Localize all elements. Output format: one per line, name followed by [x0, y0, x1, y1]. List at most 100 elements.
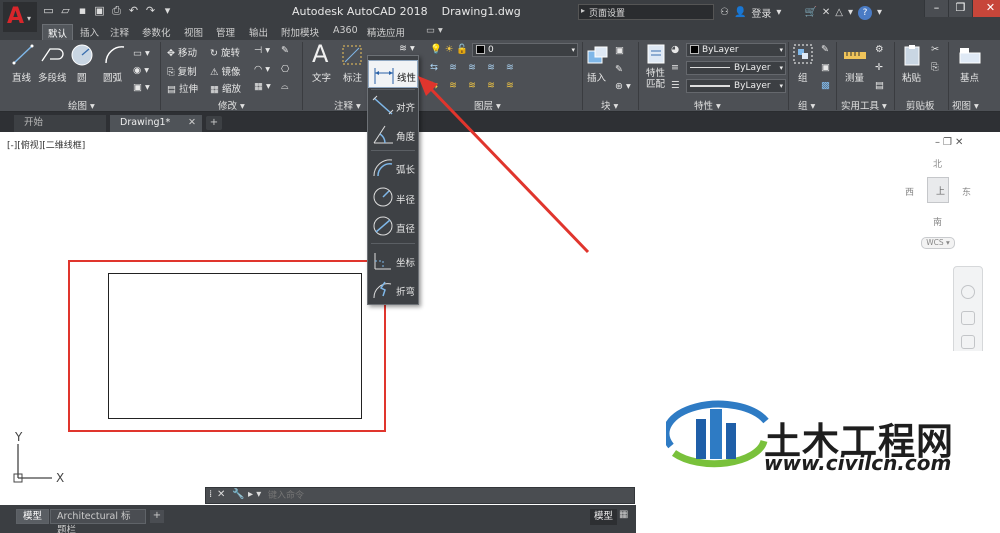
dimension-icon[interactable] [341, 44, 363, 66]
close-tab-icon[interactable]: ✕ [188, 115, 196, 131]
tab-manage[interactable]: 管理 [216, 25, 235, 39]
insert-block-icon[interactable] [586, 45, 610, 67]
new-tab-button[interactable]: + [206, 116, 222, 130]
quick-select-icon[interactable]: ⚙ [875, 44, 884, 55]
new-layout-button[interactable]: + [150, 510, 164, 523]
fillet-tool-icon[interactable]: ◠ ▾ [254, 64, 270, 75]
match-properties-label[interactable]: 特性 匹配 [646, 68, 665, 90]
viewcube-west[interactable]: 西 [905, 185, 914, 198]
save-icon[interactable]: ▪ [76, 4, 89, 17]
polyline-label[interactable]: 多段线 [38, 70, 67, 84]
layer-tools-row1[interactable]: ⇆ ≋ ≋ ≋ ≋ [430, 62, 518, 73]
help-dropdown-icon[interactable]: ▾ [877, 7, 882, 18]
tab-start[interactable]: 开始 [14, 115, 106, 132]
insert-label[interactable]: 插入 [587, 70, 606, 84]
rectangle-tool-icon[interactable]: ▭ ▾ [133, 48, 150, 59]
application-menu-button[interactable]: A ▾ [3, 2, 37, 32]
circle-icon[interactable] [70, 43, 94, 67]
copy-clip-icon[interactable]: ⎘ [931, 62, 939, 73]
group-edit-icon[interactable]: ▣ [821, 62, 830, 73]
linetype-icon[interactable]: ≡ [671, 62, 679, 73]
dimension-label[interactable]: 标注 [343, 70, 362, 84]
text-label[interactable]: 文字 [312, 70, 331, 84]
qat-dropdown-icon[interactable]: ▾ [161, 4, 174, 17]
viewcube-top-face[interactable]: 上 [927, 177, 949, 203]
tab-featured-apps[interactable]: 精选应用 [367, 25, 405, 39]
flyout-item-linear[interactable]: 线性 [368, 60, 418, 88]
offset-tool-icon[interactable]: ⌓ [281, 81, 289, 92]
redo-icon[interactable]: ↷ [144, 4, 157, 17]
viewcube-east[interactable]: 东 [962, 185, 971, 198]
help-button[interactable]: ? [858, 5, 873, 20]
lineweight-icon[interactable]: ☰ [671, 80, 680, 91]
polyline-icon[interactable] [40, 45, 66, 65]
viewport-close-icon[interactable]: ✕ [955, 137, 963, 148]
flyout-item-arc-length[interactable]: 弧长 [368, 153, 418, 181]
copy-button[interactable]: ⎘ 复制 [167, 64, 197, 78]
layout-tab-model[interactable]: 模型 [16, 509, 50, 524]
arc-label[interactable]: 圆弧 [103, 70, 122, 84]
viewport-restore-icon[interactable]: ❐ [943, 137, 952, 148]
layer-properties-icon[interactable]: ≋ ▾ [399, 43, 415, 54]
point-icon[interactable]: ✛ [875, 62, 883, 73]
lineweight-dropdown[interactable]: ByLayer ▾ [686, 79, 786, 93]
flyout-item-diameter[interactable]: 直径 [368, 212, 418, 240]
modify-panel-title[interactable]: 修改 ▾ [218, 98, 245, 112]
tab-parametric[interactable]: 参数化 [142, 25, 171, 39]
wcs-menu[interactable]: WCS ▾ [921, 237, 955, 249]
tab-view[interactable]: 视图 [184, 25, 203, 39]
print-icon[interactable]: ⎙ [110, 4, 123, 17]
tab-addins[interactable]: 附加模块 [281, 25, 319, 39]
viewcube-south[interactable]: 南 [933, 215, 942, 228]
open-file-icon[interactable]: ▱ [59, 4, 72, 17]
utilities-panel-title[interactable]: 实用工具 ▾ [841, 98, 887, 112]
search-expand-icon[interactable]: ▸ [581, 6, 585, 15]
tab-annotate[interactable]: 注释 [110, 25, 129, 39]
trim-tool-icon[interactable]: ⊣ ▾ [254, 45, 270, 56]
tab-output[interactable]: 输出 [249, 25, 268, 39]
cart-icon[interactable]: 🛒 [804, 7, 816, 18]
viewport-controls-label[interactable]: [-][俯视][二维线框] [7, 138, 85, 151]
base-label[interactable]: 基点 [960, 70, 979, 84]
layer-on-icon[interactable]: 💡 ☀ 🔓 [430, 44, 468, 55]
group-label[interactable]: 组 [798, 70, 808, 84]
undo-icon[interactable]: ↶ [127, 4, 140, 17]
scale-button[interactable]: ▦ 缩放 [210, 81, 241, 95]
command-input[interactable] [268, 489, 628, 502]
search-box[interactable]: ▸ 页面设置 [578, 4, 714, 20]
layout-tab-architectural[interactable]: Architectural 标题栏 [50, 509, 146, 533]
edit-block-icon[interactable]: ✎ [615, 64, 623, 75]
block-attributes-icon[interactable]: ⊛ ▾ [615, 81, 631, 92]
linetype-dropdown[interactable]: ByLayer ▾ [686, 61, 786, 75]
layer-tools-row2[interactable]: ⇆ ≋ ≋ ≋ ≋ [430, 80, 518, 91]
base-view-icon[interactable] [958, 45, 982, 65]
color-wheel-icon[interactable]: ◕ [671, 44, 679, 55]
close-command-icon[interactable]: ✕ [217, 489, 225, 500]
ungroup-icon[interactable]: ✎ [821, 44, 829, 55]
grid-icon[interactable]: ▦ [619, 509, 628, 520]
layer-dropdown[interactable]: 0 ▾ [472, 43, 578, 57]
group-icon[interactable] [792, 43, 814, 65]
login-dropdown-icon[interactable]: ▾ [776, 7, 781, 18]
color-dropdown[interactable]: ByLayer ▾ [686, 43, 786, 57]
erase-tool-icon[interactable]: ✎ [281, 45, 289, 56]
pan-icon[interactable] [961, 311, 975, 325]
move-button[interactable]: ✥ 移动 [167, 45, 197, 59]
stretch-button[interactable]: ▤ 拉伸 [167, 81, 198, 95]
ribbon-toggle-icon[interactable]: ▭ ▾ [426, 25, 443, 36]
measure-label[interactable]: 测量 [845, 70, 864, 84]
tab-drawing1[interactable]: Drawing1* ✕ [110, 115, 202, 132]
group-select-icon[interactable]: ▩ [821, 80, 830, 91]
region-tool-icon[interactable]: ▣ ▾ [133, 82, 150, 93]
flyout-item-radius[interactable]: 半径 [368, 183, 418, 211]
line-icon[interactable] [12, 43, 34, 67]
zoom-icon[interactable] [961, 335, 975, 349]
tab-default[interactable]: 默认 [42, 24, 74, 41]
annotation-panel-title[interactable]: 注释 ▾ [334, 98, 361, 112]
layers-panel-title[interactable]: 图层 ▾ [474, 98, 501, 112]
exchange-icon[interactable]: ✕ [822, 7, 830, 18]
viewport-minimize-icon[interactable]: – [935, 137, 940, 148]
save-as-icon[interactable]: ▣ [93, 4, 106, 17]
hatch-tool-icon[interactable]: ◉ ▾ [133, 65, 149, 76]
viewcube-north[interactable]: 北 [933, 157, 942, 170]
